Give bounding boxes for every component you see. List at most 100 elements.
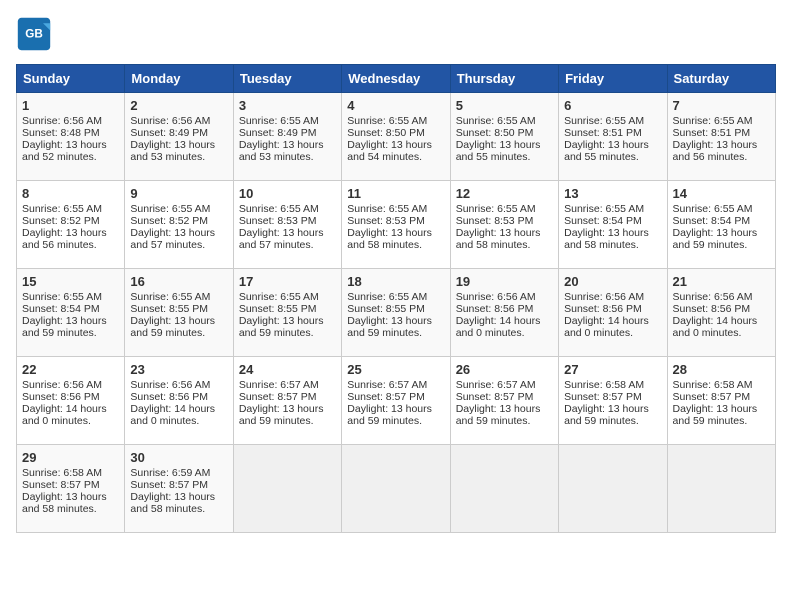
calendar-cell: 25Sunrise: 6:57 AMSunset: 8:57 PMDayligh… <box>342 357 450 445</box>
day-info: Sunrise: 6:58 AM <box>673 379 770 391</box>
calendar-cell: 6Sunrise: 6:55 AMSunset: 8:51 PMDaylight… <box>559 93 667 181</box>
header-friday: Friday <box>559 65 667 93</box>
day-info: Sunset: 8:54 PM <box>673 215 770 227</box>
calendar-cell: 9Sunrise: 6:55 AMSunset: 8:52 PMDaylight… <box>125 181 233 269</box>
calendar-cell: 21Sunrise: 6:56 AMSunset: 8:56 PMDayligh… <box>667 269 775 357</box>
header-thursday: Thursday <box>450 65 558 93</box>
day-info: Sunrise: 6:56 AM <box>22 379 119 391</box>
day-info: Sunset: 8:49 PM <box>130 127 227 139</box>
day-info: Sunset: 8:57 PM <box>347 391 444 403</box>
day-number: 30 <box>130 450 227 465</box>
calendar-cell: 26Sunrise: 6:57 AMSunset: 8:57 PMDayligh… <box>450 357 558 445</box>
day-number: 28 <box>673 362 770 377</box>
day-info: Sunset: 8:55 PM <box>347 303 444 315</box>
day-info: Sunrise: 6:55 AM <box>22 291 119 303</box>
day-number: 10 <box>239 186 336 201</box>
calendar-cell: 14 Sunrise: 6:55 AMSunset: 8:54 PMDayligh… <box>667 181 775 269</box>
day-info: Daylight: 13 hours and 56 minutes. <box>22 227 119 251</box>
day-info: Sunset: 8:53 PM <box>456 215 553 227</box>
day-info: Sunrise: 6:55 AM <box>564 115 661 127</box>
day-info: Daylight: 14 hours and 0 minutes. <box>564 315 661 339</box>
day-info: Sunset: 8:57 PM <box>673 391 770 403</box>
calendar-cell: 13Sunrise: 6:55 AMSunset: 8:54 PMDayligh… <box>559 181 667 269</box>
calendar-cell: 11Sunrise: 6:55 AMSunset: 8:53 PMDayligh… <box>342 181 450 269</box>
day-info: Sunset: 8:53 PM <box>347 215 444 227</box>
calendar-table: SundayMondayTuesdayWednesdayThursdayFrid… <box>16 64 776 533</box>
day-info: Sunrise: 6:55 AM <box>130 291 227 303</box>
day-number: 8 <box>22 186 119 201</box>
day-info: Daylight: 13 hours and 57 minutes. <box>130 227 227 251</box>
calendar-week-row: 22Sunrise: 6:56 AMSunset: 8:56 PMDayligh… <box>17 357 776 445</box>
day-info: Sunrise: 6:58 AM <box>22 467 119 479</box>
day-info: Sunrise: 6:55 AM <box>22 203 119 215</box>
calendar-cell <box>342 445 450 533</box>
day-number: 20 <box>564 274 661 289</box>
day-info: Daylight: 13 hours and 58 minutes. <box>456 227 553 251</box>
day-info: Sunset: 8:56 PM <box>564 303 661 315</box>
calendar-cell: 18Sunrise: 6:55 AMSunset: 8:55 PMDayligh… <box>342 269 450 357</box>
calendar-cell: 16Sunrise: 6:55 AMSunset: 8:55 PMDayligh… <box>125 269 233 357</box>
day-number: 21 <box>673 274 770 289</box>
day-number: 7 <box>673 98 770 113</box>
day-info: Sunset: 8:52 PM <box>22 215 119 227</box>
day-info: Sunrise: 6:55 AM <box>564 203 661 215</box>
calendar-week-row: 29Sunrise: 6:58 AMSunset: 8:57 PMDayligh… <box>17 445 776 533</box>
day-number: 11 <box>347 186 444 201</box>
day-info: Daylight: 13 hours and 59 minutes. <box>456 403 553 427</box>
calendar-cell: 3Sunrise: 6:55 AMSunset: 8:49 PMDaylight… <box>233 93 341 181</box>
day-info: Sunrise: 6:55 AM <box>673 203 770 215</box>
day-number: 14 <box>673 186 770 201</box>
day-info: Sunset: 8:54 PM <box>22 303 119 315</box>
day-info: Sunset: 8:56 PM <box>130 391 227 403</box>
day-info: Daylight: 14 hours and 0 minutes. <box>22 403 119 427</box>
day-number: 12 <box>456 186 553 201</box>
day-info: Daylight: 13 hours and 58 minutes. <box>347 227 444 251</box>
day-info: Daylight: 13 hours and 59 minutes. <box>673 227 770 251</box>
day-info: Sunrise: 6:59 AM <box>130 467 227 479</box>
day-info: Sunrise: 6:55 AM <box>673 115 770 127</box>
calendar-cell: 30Sunrise: 6:59 AMSunset: 8:57 PMDayligh… <box>125 445 233 533</box>
day-number: 6 <box>564 98 661 113</box>
day-info: Daylight: 13 hours and 56 minutes. <box>673 139 770 163</box>
page-header: GB <box>16 16 776 52</box>
calendar-cell <box>233 445 341 533</box>
day-info: Sunset: 8:57 PM <box>564 391 661 403</box>
day-number: 15 <box>22 274 119 289</box>
day-info: Daylight: 13 hours and 59 minutes. <box>239 403 336 427</box>
header-monday: Monday <box>125 65 233 93</box>
day-info: Daylight: 13 hours and 53 minutes. <box>130 139 227 163</box>
day-number: 23 <box>130 362 227 377</box>
day-info: Daylight: 13 hours and 58 minutes. <box>22 491 119 515</box>
day-info: Sunrise: 6:56 AM <box>130 115 227 127</box>
day-info: Daylight: 13 hours and 59 minutes. <box>22 315 119 339</box>
day-info: Sunset: 8:50 PM <box>347 127 444 139</box>
calendar-cell: 17Sunrise: 6:55 AMSunset: 8:55 PMDayligh… <box>233 269 341 357</box>
header-tuesday: Tuesday <box>233 65 341 93</box>
day-info: Daylight: 13 hours and 55 minutes. <box>456 139 553 163</box>
day-info: Sunrise: 6:56 AM <box>456 291 553 303</box>
day-info: Sunset: 8:57 PM <box>456 391 553 403</box>
day-info: Daylight: 14 hours and 0 minutes. <box>456 315 553 339</box>
day-info: Sunset: 8:57 PM <box>130 479 227 491</box>
day-info: Sunrise: 6:55 AM <box>130 203 227 215</box>
calendar-week-row: 8Sunrise: 6:55 AMSunset: 8:52 PMDaylight… <box>17 181 776 269</box>
day-info: Sunset: 8:53 PM <box>239 215 336 227</box>
calendar-cell <box>667 445 775 533</box>
day-info: Daylight: 13 hours and 54 minutes. <box>347 139 444 163</box>
calendar-cell: 12 Sunrise: 6:55 AMSunset: 8:53 PMDayligh… <box>450 181 558 269</box>
header-saturday: Saturday <box>667 65 775 93</box>
day-number: 27 <box>564 362 661 377</box>
day-info: Sunset: 8:57 PM <box>239 391 336 403</box>
day-info: Sunrise: 6:55 AM <box>456 203 553 215</box>
calendar-cell: 23Sunrise: 6:56 AMSunset: 8:56 PMDayligh… <box>125 357 233 445</box>
day-number: 5 <box>456 98 553 113</box>
day-info: Sunset: 8:57 PM <box>22 479 119 491</box>
day-info: Sunset: 8:51 PM <box>673 127 770 139</box>
day-info: Daylight: 13 hours and 59 minutes. <box>239 315 336 339</box>
calendar-cell: 8 Sunrise: 6:55 AMSunset: 8:52 PMDaylight… <box>17 181 125 269</box>
calendar-cell: 22Sunrise: 6:56 AMSunset: 8:56 PMDayligh… <box>17 357 125 445</box>
calendar-cell: 27Sunrise: 6:58 AMSunset: 8:57 PMDayligh… <box>559 357 667 445</box>
day-info: Sunrise: 6:55 AM <box>456 115 553 127</box>
day-info: Daylight: 14 hours and 0 minutes. <box>673 315 770 339</box>
day-number: 3 <box>239 98 336 113</box>
